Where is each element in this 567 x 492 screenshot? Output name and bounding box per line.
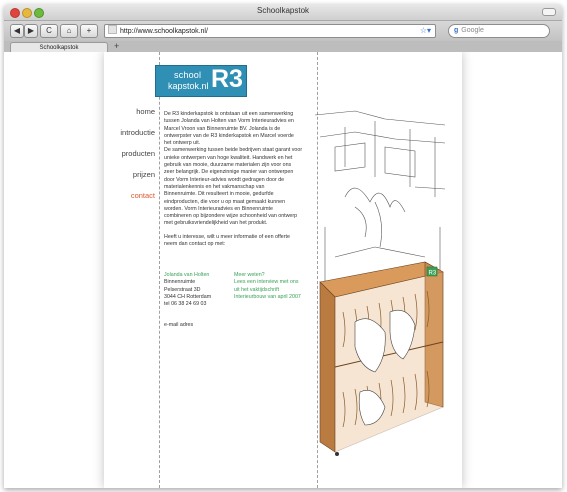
logo-word-kapstok: kapstok.nl [168, 81, 209, 91]
text-line: Heeft u interesse, wilt u meer informati… [164, 233, 290, 240]
web-viewport: school kapstok.nl R3 home introductie pr… [4, 52, 562, 488]
reload-button[interactable]: C [40, 24, 58, 38]
window-title: Schoolkapstok [256, 6, 310, 15]
nav-prijzen[interactable]: prijzen [104, 171, 155, 179]
site-logo[interactable]: school kapstok.nl R3 [155, 65, 247, 97]
nav-home[interactable]: home [104, 108, 155, 116]
text-line: De R3 kinderkapstok is ontstaan uit een … [164, 111, 294, 117]
main-nav: home introductie producten prijzen conta… [104, 108, 155, 213]
text-line: het ontwerp uit. [164, 140, 201, 147]
text-line: Binnenruimte. Dit resulteert in mooie, g… [164, 191, 274, 198]
interview-link[interactable]: uit het vaktijdschrift [234, 287, 324, 294]
browser-window: Schoolkapstok ◀ ▶ C ⌂ + http://www.schoo… [4, 4, 562, 488]
contact-name-link[interactable]: Jolanda van Holten [164, 272, 232, 279]
web-page: school kapstok.nl R3 home introductie pr… [104, 52, 462, 488]
nav-producten[interactable]: producten [104, 150, 155, 158]
logo-mark: R3 [211, 65, 243, 93]
text-line: Marcel Vroon van Binnenruimte BV. Joland… [164, 125, 281, 132]
search-placeholder: Google [461, 27, 484, 34]
forward-button[interactable]: ▶ [24, 24, 38, 38]
browser-toolbar: ◀ ▶ C ⌂ + http://www.schoolkapstok.nl/ ☆… [4, 21, 562, 41]
interview-link[interactable]: Interieurbouw van april 2007 [234, 294, 324, 301]
email-link[interactable]: e-mail adres [164, 322, 193, 328]
contact-company: Binnenruimte [164, 279, 196, 286]
contact-street: Pelserstraat 3D [164, 286, 201, 293]
more-info-title: Meer weten? [234, 272, 265, 278]
google-icon: g [454, 27, 459, 34]
bookmark-star-icon[interactable]: ☆▾ [420, 25, 431, 37]
toolbar-toggle-button[interactable] [542, 8, 556, 16]
interview-link[interactable]: Lees een interview met ons [234, 279, 324, 286]
text-line: De samenwerking tussen beide bedrijven s… [164, 147, 303, 154]
text-line: neem dan contact op met: [164, 241, 226, 248]
text-line: zeer belangrijk. De eigenzinnige manier … [164, 169, 294, 176]
text-line: door Vorm Interieur-advies wordt gedrage… [164, 176, 285, 183]
address-bar[interactable]: http://www.schoolkapstok.nl/ ☆▾ [104, 24, 436, 38]
contact-phone: tel 06 38 24 69 03 [164, 301, 207, 308]
guide-line [159, 52, 160, 488]
add-bookmark-button[interactable]: + [80, 24, 98, 38]
nav-contact[interactable]: contact [104, 192, 155, 200]
text-line: gebruik van mooie, duurzame materialen z… [164, 162, 292, 169]
rack: R3 [319, 261, 444, 456]
intro-text: De R3 kinderkapstok is ontstaan uit een … [164, 111, 314, 248]
coat-rack-illustration: R3 [315, 110, 446, 456]
text-line: ontwerpster van de R3 kinderkapstok en M… [164, 132, 294, 139]
new-tab-button[interactable]: + [114, 41, 119, 51]
text-line: combineren op bijzondere wijze schoonhei… [164, 213, 298, 220]
home-button[interactable]: ⌂ [60, 24, 78, 38]
address-column: Jolanda van Holten Binnenruimte Pelserst… [164, 272, 232, 308]
url-text: http://www.schoolkapstok.nl/ [120, 28, 208, 35]
contact-city: 3044 CH Rotterdam [164, 293, 212, 300]
logo-word-school: school [174, 70, 202, 80]
text-line: worden. Vorm Interieuradvies en Binnenru… [164, 205, 273, 212]
title-bar: Schoolkapstok [4, 4, 562, 21]
svg-text:R3: R3 [429, 271, 437, 277]
text-line: eindproducten, die voor u op maat gemaak… [164, 198, 286, 205]
more-info-column: Meer weten? Lees een interview met ons u… [234, 272, 324, 301]
text-line: materialenkennis en het vakmanschap van [164, 183, 265, 190]
back-button[interactable]: ◀ [10, 24, 24, 38]
text-line: unieke ontwerpen van hoge kwaliteit. Han… [164, 154, 293, 161]
search-field[interactable]: g Google [448, 24, 550, 38]
nav-introductie[interactable]: introductie [104, 129, 155, 137]
site-favicon-icon [108, 25, 117, 34]
text-line: met gebruiksvriendelijkheid van het prod… [164, 220, 268, 227]
text-line: tussen Jolanda van Holten van Vorm Inter… [164, 118, 294, 125]
